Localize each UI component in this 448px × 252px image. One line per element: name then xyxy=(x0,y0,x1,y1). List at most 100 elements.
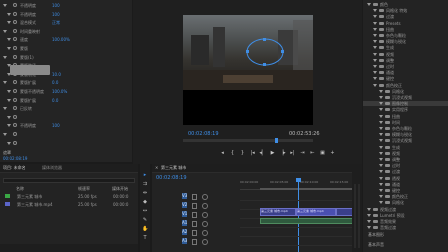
col-start[interactable]: 媒体开始 xyxy=(112,186,128,192)
video-clip[interactable]: 第三元素 城市.mp4 xyxy=(260,208,296,216)
effects-tree-item[interactable]: 透视 xyxy=(363,176,448,181)
work-area-bar[interactable] xyxy=(260,188,360,190)
marker-icon[interactable]: ◂ xyxy=(219,150,226,157)
expand-triangle-icon[interactable] xyxy=(379,108,383,112)
effects-tree-item[interactable]: 视频过渡 xyxy=(363,207,448,212)
lock-icon[interactable] xyxy=(192,194,197,200)
mute-icon[interactable] xyxy=(202,230,208,236)
ec-row-inverted[interactable]: 已反转 xyxy=(0,105,132,112)
effects-tree-item[interactable]: 过渡 xyxy=(363,14,448,19)
footer-essential-sound[interactable]: 基本声音 xyxy=(368,242,384,248)
effects-tree-item[interactable]: 风格化 特效 xyxy=(363,8,448,13)
mute-icon[interactable] xyxy=(202,239,208,245)
effect-controls-timecode[interactable]: 00:02:08:19 xyxy=(3,156,27,161)
effects-tree-item[interactable]: 颜色校正 xyxy=(363,83,448,88)
tab-project[interactable]: 项目: 未命名 xyxy=(3,165,26,171)
effects-tree-item[interactable]: 过渡 xyxy=(363,169,448,174)
expand-triangle-icon[interactable] xyxy=(379,189,383,192)
tab-sequence[interactable]: 第三元素 城市 xyxy=(161,165,186,171)
track-target-button[interactable]: V3 xyxy=(182,193,187,199)
stopwatch-icon[interactable] xyxy=(13,89,17,93)
effects-tree-item[interactable]: 图像控制 xyxy=(363,101,448,107)
ec-row-spacer[interactable] xyxy=(0,114,132,121)
effects-tree-item[interactable]: 风格化 xyxy=(363,89,448,94)
stopwatch-icon[interactable] xyxy=(13,46,17,50)
tab-media-browser[interactable]: 媒体浏览器 xyxy=(42,165,62,171)
effects-tree-item[interactable]: 实用程序 xyxy=(363,107,448,112)
expand-triangle-icon[interactable] xyxy=(3,133,7,136)
track-select-icon[interactable]: ⇉ xyxy=(142,181,148,187)
expand-triangle-icon[interactable] xyxy=(373,40,377,44)
effects-tree-item[interactable]: 沉浸式视频 xyxy=(363,95,448,100)
effects-tree-item[interactable]: 扭曲 xyxy=(363,114,448,119)
video-clip[interactable]: 第三元素 城市.mp4 xyxy=(296,208,336,216)
go-to-out-icon[interactable]: ▸| xyxy=(289,150,296,157)
ec-row-time-remap[interactable]: 时间重映射 xyxy=(0,28,132,35)
effects-tree-item[interactable]: 过时 xyxy=(363,163,448,168)
effects-tree-item[interactable]: 音频过渡 xyxy=(363,225,448,230)
effects-tree-item[interactable]: 沉浸式视频 xyxy=(363,138,448,143)
ec-row-speed[interactable]: 速度 100.00% xyxy=(0,36,132,43)
expand-triangle-icon[interactable] xyxy=(379,201,383,205)
expand-triangle-icon[interactable] xyxy=(373,83,377,87)
ec-value[interactable]: 100 xyxy=(52,12,60,17)
effects-tree-item[interactable]: 键控 xyxy=(363,188,448,193)
ec-value[interactable]: 100.00% xyxy=(52,37,70,42)
mask-ellipse[interactable] xyxy=(245,37,285,67)
expand-triangle-icon[interactable] xyxy=(7,115,11,119)
stopwatch-icon[interactable] xyxy=(13,132,17,136)
effects-tree-item[interactable]: 模糊与锐化 xyxy=(363,39,448,44)
program-video-frame[interactable] xyxy=(183,15,313,125)
track-target-button[interactable]: A2 xyxy=(182,229,187,235)
effects-tree-item[interactable]: 扭曲 xyxy=(363,27,448,32)
lock-icon[interactable] xyxy=(192,203,197,209)
lock-icon[interactable] xyxy=(192,212,197,218)
ec-row-mask[interactable]: 蒙版 xyxy=(0,45,132,52)
lock-icon[interactable] xyxy=(192,221,197,227)
effects-tree-item[interactable]: Presets xyxy=(363,21,448,26)
expand-triangle-icon[interactable] xyxy=(367,3,371,6)
lock-icon[interactable] xyxy=(192,230,197,236)
expand-triangle-icon[interactable] xyxy=(373,46,377,50)
expand-triangle-icon[interactable] xyxy=(3,4,7,7)
ec-row-blend-mode[interactable]: 混合模式 正常 xyxy=(0,19,132,26)
ec-value[interactable]: 0.0 xyxy=(52,98,58,103)
effects-tree-item[interactable]: Lumetri 预设 xyxy=(363,213,448,218)
expand-triangle-icon[interactable] xyxy=(379,158,383,161)
expand-triangle-icon[interactable] xyxy=(379,145,383,149)
effects-tree-item[interactable]: 键控 xyxy=(363,76,448,81)
effects-tree-item[interactable]: 颜色校正 xyxy=(363,194,448,199)
effects-tree-item[interactable]: 视频 xyxy=(363,52,448,57)
expand-triangle-icon[interactable] xyxy=(373,34,377,37)
expand-triangle-icon[interactable] xyxy=(373,9,377,13)
ec-row-mask-opacity[interactable]: 蒙版不透明度 100.0% xyxy=(0,88,132,95)
ec-value[interactable]: 100 xyxy=(52,3,60,8)
stopwatch-icon[interactable] xyxy=(13,54,17,59)
effects-tree-item[interactable]: 视频 xyxy=(363,151,448,156)
expand-triangle-icon[interactable] xyxy=(7,21,11,25)
table-row[interactable]: 第三元素 城市.mp4 25.00 fps 00:00:0 xyxy=(3,201,135,208)
effects-tree-item[interactable]: 时间 xyxy=(363,120,448,125)
expand-triangle-icon[interactable] xyxy=(3,29,7,33)
effects-tree-item[interactable]: 模糊与锐化 xyxy=(363,132,448,137)
eye-icon[interactable] xyxy=(202,203,208,209)
ec-row-mask-expansion[interactable]: 蒙版扩展 0.0 xyxy=(0,97,132,104)
expand-triangle-icon[interactable] xyxy=(379,176,383,180)
effects-tree-item[interactable]: 通道 xyxy=(363,182,448,187)
expand-triangle-icon[interactable] xyxy=(379,195,383,199)
stopwatch-icon[interactable] xyxy=(13,37,17,42)
ec-row-mask-1[interactable]: 蒙版(1) xyxy=(0,54,132,61)
playhead-marker[interactable] xyxy=(275,138,278,143)
expand-triangle-icon[interactable] xyxy=(379,96,383,99)
expand-triangle-icon[interactable] xyxy=(379,182,383,186)
expand-triangle-icon[interactable] xyxy=(379,89,383,93)
ec-value[interactable]: 0.0 xyxy=(52,80,58,85)
eye-icon[interactable] xyxy=(202,194,208,200)
stopwatch-icon[interactable] xyxy=(13,114,17,119)
expand-triangle-icon[interactable] xyxy=(379,164,383,168)
playhead-head[interactable] xyxy=(296,178,301,182)
expand-triangle-icon[interactable] xyxy=(373,77,377,81)
expand-triangle-icon[interactable] xyxy=(379,120,383,124)
expand-triangle-icon[interactable] xyxy=(379,151,383,155)
go-to-in-icon[interactable]: |◂ xyxy=(249,150,256,157)
